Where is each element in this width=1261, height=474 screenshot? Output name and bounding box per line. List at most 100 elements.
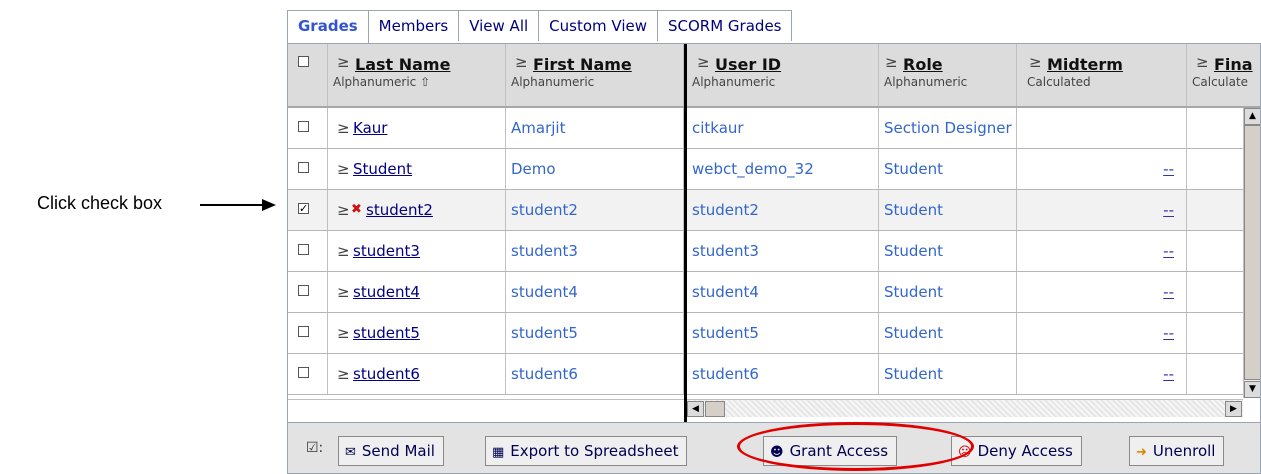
scroll-down-icon[interactable]: ▼ bbox=[1244, 381, 1260, 398]
grade-table: ≥ Last Name Alphanumeric ⇧ ≥ First Name … bbox=[287, 43, 1261, 423]
tab-bar: Grades Members View All Custom View SCOR… bbox=[287, 10, 793, 43]
unenroll-button[interactable]: ➜ Unenroll bbox=[1129, 436, 1225, 466]
sort-icon: ≥ bbox=[337, 283, 350, 301]
last-name-link[interactable]: student4 bbox=[353, 283, 420, 301]
row-checkbox[interactable] bbox=[298, 121, 309, 132]
tab-custom-view[interactable]: Custom View bbox=[538, 10, 658, 41]
user-id-cell: student5 bbox=[692, 324, 759, 342]
sort-icon[interactable]: ≥ bbox=[1196, 53, 1209, 71]
midterm-grade-link[interactable]: -- bbox=[1163, 201, 1174, 219]
first-name-cell: Amarjit bbox=[511, 119, 566, 137]
column-header-first-name[interactable]: First Name bbox=[533, 55, 632, 74]
column-header-final[interactable]: Fina bbox=[1214, 55, 1253, 74]
tab-view-all[interactable]: View All bbox=[458, 10, 540, 41]
unenroll-icon: ➜ bbox=[1136, 445, 1147, 460]
column-type-label: Alphanumeric bbox=[692, 75, 776, 89]
sort-icon: ≥ bbox=[337, 119, 350, 137]
sort-icon: ≥ bbox=[337, 324, 350, 342]
row-checkbox[interactable] bbox=[298, 326, 309, 337]
tab-scorm-grades[interactable]: SCORM Grades bbox=[657, 10, 793, 41]
first-name-cell: Demo bbox=[511, 160, 556, 178]
scroll-thumb[interactable] bbox=[1244, 125, 1260, 380]
column-type-label: Calculated bbox=[1027, 75, 1091, 89]
user-id-cell: student6 bbox=[692, 365, 759, 383]
last-name-link[interactable]: Kaur bbox=[353, 119, 387, 137]
annotation-arrow bbox=[200, 199, 276, 211]
last-name-link[interactable]: student5 bbox=[353, 324, 420, 342]
horizontal-scrollbar[interactable]: ◀ ▶ bbox=[687, 399, 1243, 417]
table-row: ≥ student6 student6 student6 Student -- bbox=[288, 354, 1260, 395]
scroll-left-icon[interactable]: ◀ bbox=[687, 401, 704, 417]
role-cell: Student bbox=[884, 283, 944, 301]
user-id-cell: webct_demo_32 bbox=[692, 160, 814, 178]
midterm-grade-link[interactable]: -- bbox=[1163, 324, 1174, 342]
deny-access-button[interactable]: ☹ Deny Access bbox=[951, 436, 1082, 466]
sort-icon[interactable]: ≥ bbox=[697, 53, 710, 71]
table-row: ≥✖ student2 student2 student2 Student -- bbox=[288, 190, 1260, 231]
table-row: ≥ student4 student4 student4 Student -- bbox=[288, 272, 1260, 313]
midterm-grade-link[interactable]: -- bbox=[1163, 242, 1174, 260]
table-row: ≥ Kaur Amarjit citkaur Section Designer bbox=[288, 108, 1260, 149]
scroll-up-icon[interactable]: ▲ bbox=[1244, 108, 1260, 125]
role-cell: Student bbox=[884, 201, 944, 219]
table-row: ≥ Student Demo webct_demo_32 Student -- bbox=[288, 149, 1260, 190]
last-name-link[interactable]: student3 bbox=[353, 242, 420, 260]
frozen-columns-footer bbox=[288, 399, 684, 417]
sort-icon[interactable]: ≥ bbox=[1029, 53, 1042, 71]
row-checkbox[interactable] bbox=[298, 244, 309, 255]
row-checkbox[interactable] bbox=[298, 367, 309, 378]
column-type-label: Alphanumeric ⇧ bbox=[333, 75, 431, 89]
tab-members[interactable]: Members bbox=[367, 10, 460, 41]
last-name-link[interactable]: student6 bbox=[353, 365, 420, 383]
row-checkbox[interactable] bbox=[298, 203, 309, 214]
last-name-link[interactable]: Student bbox=[353, 160, 412, 178]
first-name-cell: student4 bbox=[511, 283, 578, 301]
role-cell: Student bbox=[884, 160, 944, 178]
sort-icon: ≥ bbox=[337, 201, 350, 219]
annotation-label: Click check box bbox=[37, 193, 163, 213]
last-name-link[interactable]: student2 bbox=[366, 201, 433, 219]
action-bar: ☑: ✉ Send Mail ▦ Export to Spreadsheet ☻ Gr… bbox=[287, 423, 1261, 474]
user-id-cell: student4 bbox=[692, 283, 759, 301]
horizontal-scroll-thumb[interactable] bbox=[705, 401, 725, 417]
vertical-scrollbar[interactable]: ▲ ▼ bbox=[1243, 108, 1260, 398]
select-all-checkbox[interactable] bbox=[298, 56, 309, 67]
scroll-right-icon[interactable]: ▶ bbox=[1225, 401, 1242, 417]
midterm-grade-link[interactable]: -- bbox=[1163, 365, 1174, 383]
user-id-cell: student3 bbox=[692, 242, 759, 260]
midterm-grade-link[interactable]: -- bbox=[1163, 160, 1174, 178]
spreadsheet-icon: ▦ bbox=[492, 445, 505, 460]
column-header-user-id[interactable]: User ID bbox=[715, 55, 781, 74]
role-cell: Student bbox=[884, 324, 944, 342]
column-type-label: Alphanumeric bbox=[884, 75, 968, 89]
envelope-icon: ✉ bbox=[345, 445, 356, 460]
user-id-cell: student2 bbox=[692, 201, 759, 219]
column-type-label: Calculate bbox=[1192, 75, 1249, 89]
send-mail-button[interactable]: ✉ Send Mail bbox=[338, 436, 444, 466]
column-header-midterm[interactable]: Midterm bbox=[1047, 55, 1123, 74]
role-cell: Student bbox=[884, 365, 944, 383]
row-checkbox[interactable] bbox=[298, 285, 309, 296]
sort-icon[interactable]: ≥ bbox=[337, 53, 350, 71]
row-checkbox[interactable] bbox=[298, 162, 309, 173]
column-header-last-name[interactable]: Last Name bbox=[355, 55, 450, 74]
sort-icon: ≥ bbox=[337, 242, 350, 260]
error-icon: ✖ bbox=[351, 202, 362, 217]
export-spreadsheet-button[interactable]: ▦ Export to Spreadsheet bbox=[485, 436, 688, 466]
table-header: ≥ Last Name Alphanumeric ⇧ ≥ First Name … bbox=[288, 44, 1260, 108]
users-deny-icon: ☹ bbox=[958, 445, 972, 460]
table-row: ≥ student3 student3 student3 Student -- bbox=[288, 231, 1260, 272]
first-name-cell: student6 bbox=[511, 365, 578, 383]
grant-access-button[interactable]: ☻ Grant Access bbox=[763, 436, 898, 466]
sort-icon: ≥ bbox=[337, 160, 350, 178]
sort-icon[interactable]: ≥ bbox=[885, 53, 898, 71]
role-cell: Student bbox=[884, 242, 944, 260]
column-header-role[interactable]: Role bbox=[903, 55, 943, 74]
sort-icon[interactable]: ≥ bbox=[515, 53, 528, 71]
tab-grades[interactable]: Grades bbox=[287, 10, 369, 43]
users-icon: ☻ bbox=[770, 445, 784, 460]
first-name-cell: student3 bbox=[511, 242, 578, 260]
frozen-column-divider bbox=[684, 44, 687, 422]
checked-items-icon: ☑: bbox=[306, 440, 324, 456]
midterm-grade-link[interactable]: -- bbox=[1163, 283, 1174, 301]
